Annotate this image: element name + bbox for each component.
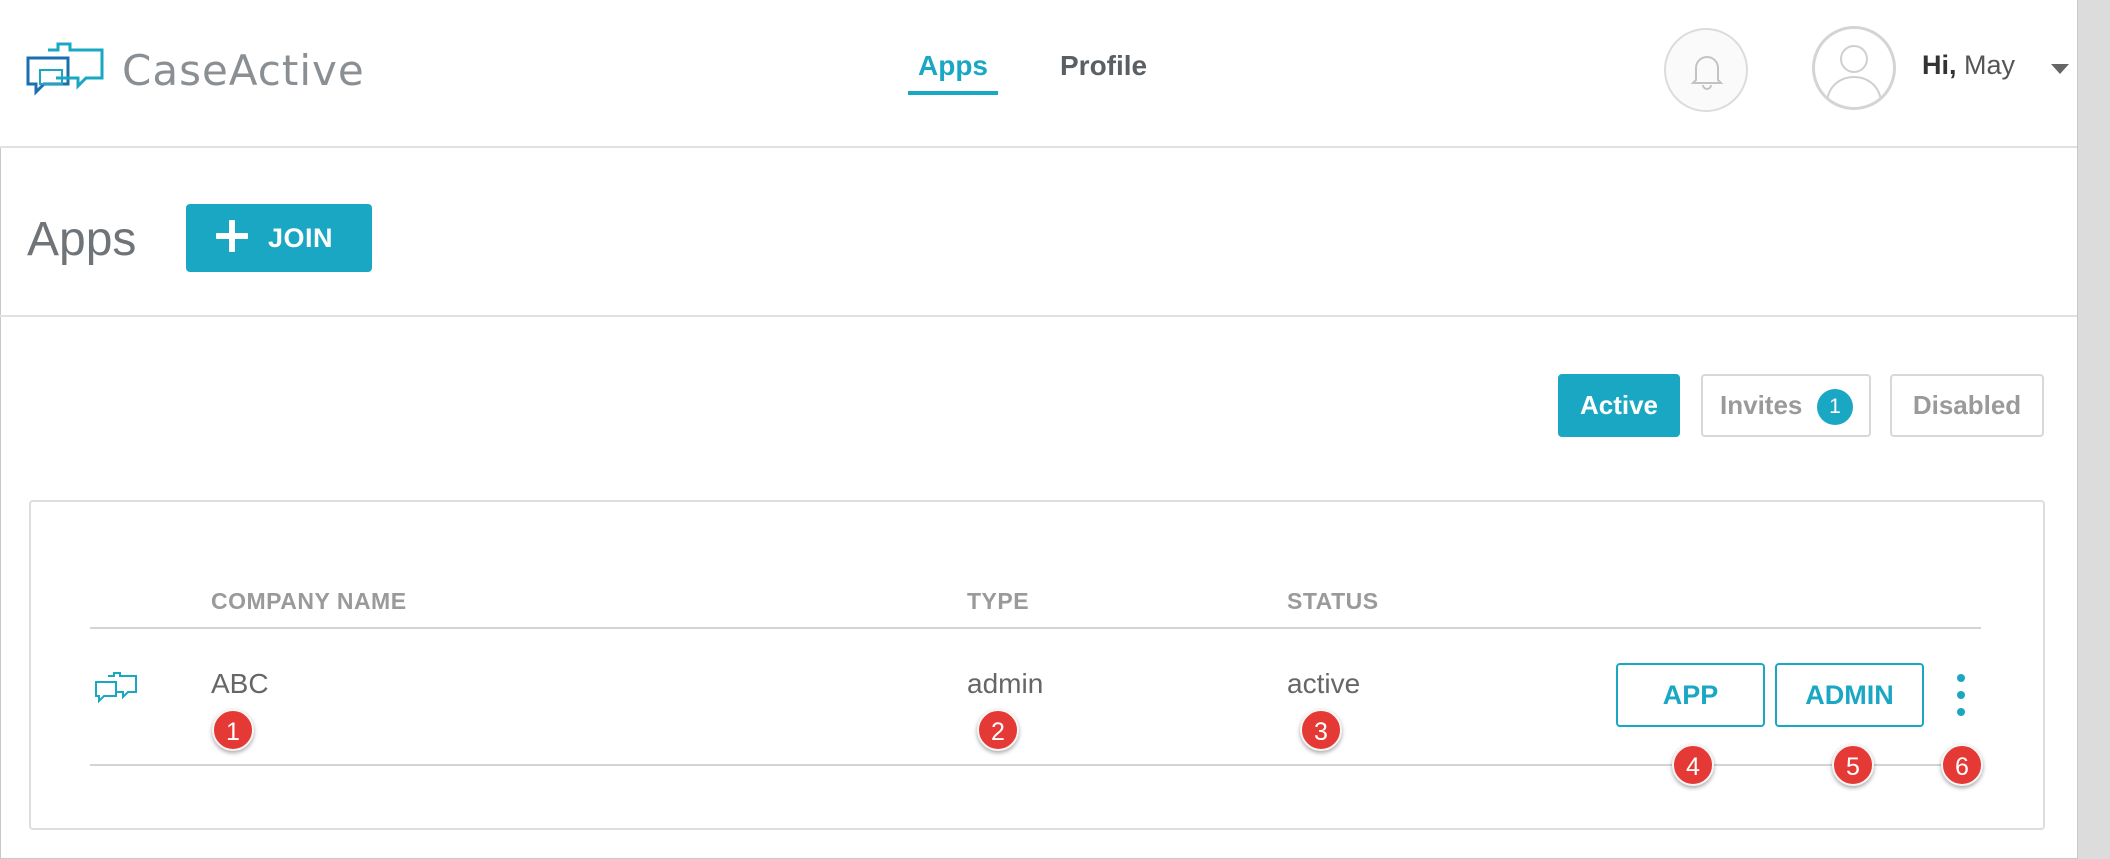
greeting-hi: Hi, — [1922, 50, 1957, 80]
filter-disabled-tab[interactable]: Disabled — [1890, 374, 2044, 437]
nav-active-underline — [908, 91, 998, 95]
cell-status: active — [1287, 668, 1361, 699]
cell-type: admin — [967, 668, 1044, 699]
table-header-divider — [90, 627, 1981, 629]
open-admin-button[interactable]: ADMIN — [1775, 663, 1924, 727]
vertical-scrollbar[interactable] — [2077, 0, 2110, 859]
more-options-kebab-icon[interactable] — [1952, 672, 1970, 718]
company-chat-icon — [95, 672, 137, 704]
user-menu-caret-icon[interactable] — [2051, 64, 2069, 74]
callout-marker-1: 1 — [212, 709, 254, 751]
open-app-button[interactable]: APP — [1616, 663, 1765, 727]
column-header-status: STATUS — [1287, 588, 1379, 614]
brand-name[interactable]: CaseActive — [122, 46, 365, 95]
callout-marker-2: 2 — [977, 709, 1019, 751]
invites-count-badge: 1 — [1817, 389, 1853, 425]
column-header-company-name: COMPANY NAME — [211, 588, 407, 614]
notifications-button[interactable] — [1664, 28, 1748, 112]
filter-invites-label: Invites — [1720, 390, 1803, 420]
join-button-label: JOIN — [268, 223, 334, 253]
user-greeting[interactable]: Hi, May — [1922, 50, 2015, 81]
page-title: Apps — [27, 213, 137, 266]
callout-marker-6: 6 — [1941, 744, 1983, 786]
page-title-bar: Apps JOIN — [0, 148, 2077, 317]
greeting-name: May — [1964, 50, 2016, 80]
bell-icon — [1690, 56, 1724, 90]
callout-marker-3: 3 — [1300, 709, 1342, 751]
callout-marker-5: 5 — [1832, 744, 1874, 786]
callout-marker-4: 4 — [1672, 744, 1714, 786]
user-avatar-icon — [1826, 45, 1882, 102]
filter-invites-tab[interactable]: Invites 1 — [1701, 374, 1871, 437]
nav-apps[interactable]: Apps — [908, 50, 998, 82]
user-avatar[interactable] — [1812, 26, 1896, 110]
join-button[interactable]: JOIN — [186, 204, 372, 272]
column-header-type: TYPE — [967, 588, 1030, 614]
plus-icon — [214, 218, 250, 254]
caseactive-logo-icon — [26, 42, 104, 96]
cell-company-name: ABC — [211, 668, 269, 699]
nav-profile[interactable]: Profile — [1060, 50, 1147, 82]
top-header: CaseActive Apps Profile Hi, May — [0, 0, 2077, 148]
filter-active-tab[interactable]: Active — [1558, 374, 1680, 437]
